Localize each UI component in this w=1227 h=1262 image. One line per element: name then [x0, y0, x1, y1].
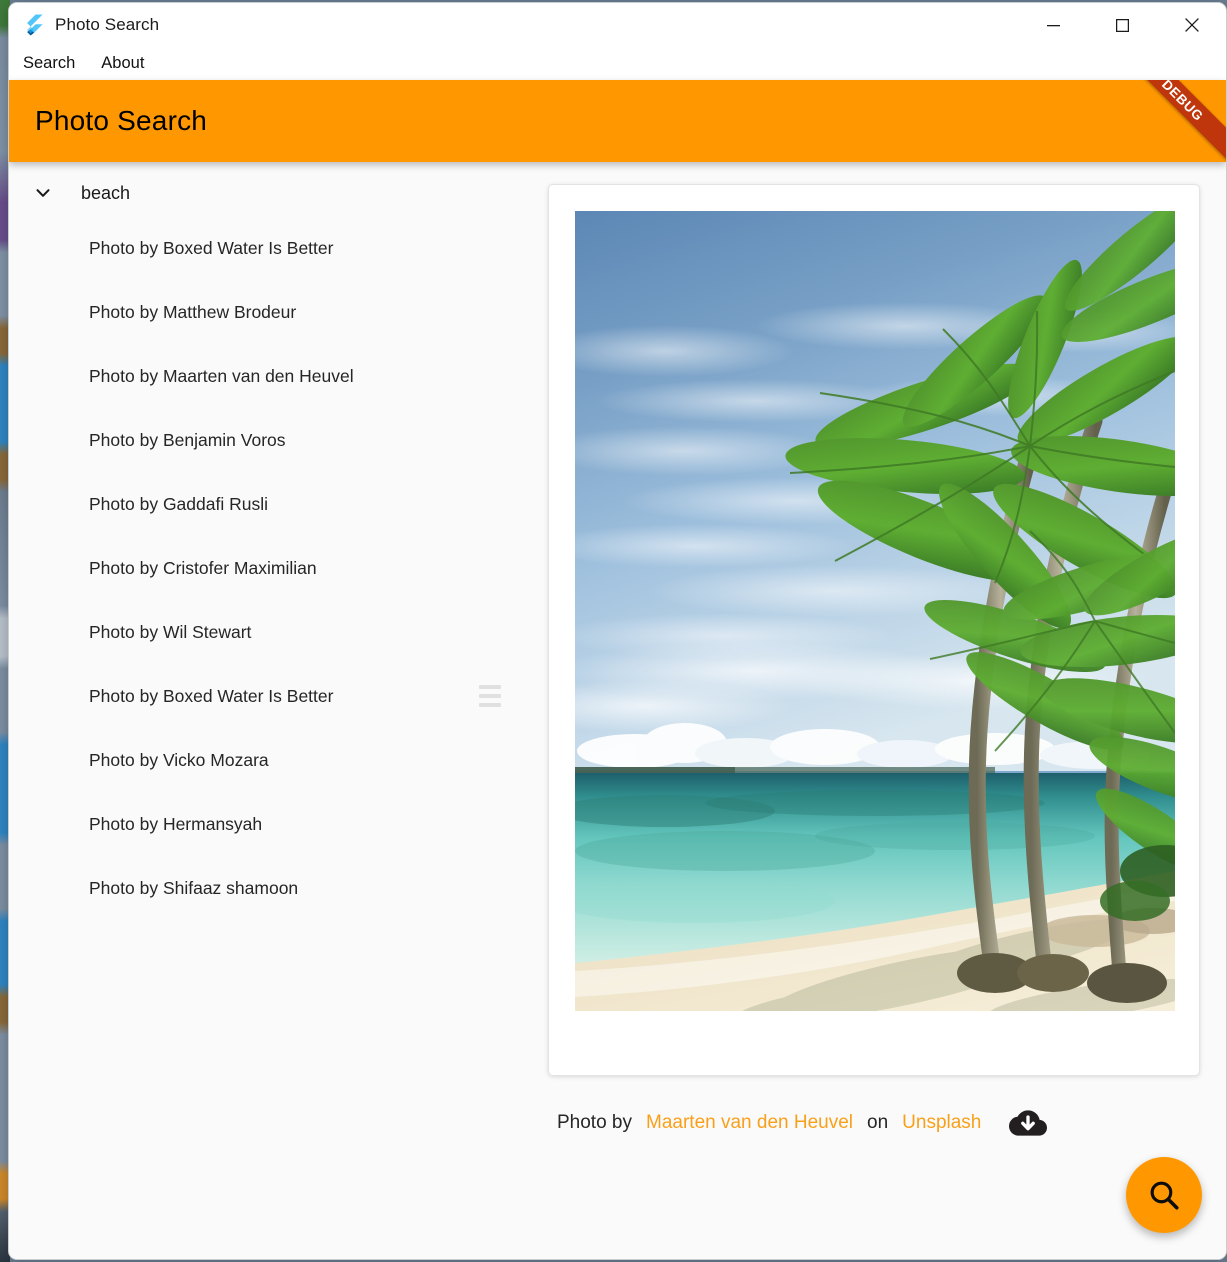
list-item[interactable]: Photo by Hermansyah [9, 792, 531, 856]
app-bar-title: Photo Search [35, 105, 208, 136]
menu-item-search[interactable]: Search [21, 52, 77, 75]
attribution-author-link[interactable]: Maarten van den Heuvel [646, 1112, 853, 1134]
window-title: Photo Search [55, 15, 160, 34]
list-item[interactable]: Photo by Matthew Brodeur [9, 280, 531, 344]
list-item-label: Photo by Gaddafi Rusli [89, 493, 268, 514]
list-item[interactable]: Photo by Benjamin Voros [9, 408, 531, 472]
photo-detail-pane: Photo by Maarten van den Heuvel on Unspl… [531, 162, 1226, 1259]
cloud-download-icon[interactable] [1009, 1104, 1048, 1142]
attribution-middle: on [867, 1112, 889, 1133]
list-item-label: Photo by Maarten van den Heuvel [89, 365, 354, 386]
list-item-label: Photo by Vicko Mozara [89, 749, 269, 770]
attribution-source-link[interactable]: Unsplash [902, 1112, 981, 1134]
list-item[interactable]: Photo by Wil Stewart [9, 600, 531, 664]
result-group-label: beach [81, 182, 131, 203]
menu-bar: Search About [9, 47, 1226, 80]
list-item-label: Photo by Matthew Brodeur [89, 301, 297, 322]
minimize-button[interactable] [1019, 3, 1088, 47]
flutter-logo-icon [27, 14, 43, 36]
list-item-label: Photo by Shifaaz shamoon [89, 877, 299, 898]
list-item[interactable]: Photo by Maarten van den Heuvel [9, 344, 531, 408]
photo-attribution: Photo by Maarten van den Heuvel on Unspl… [545, 1104, 1202, 1142]
list-item[interactable]: Photo by Boxed Water Is Better [9, 664, 531, 728]
list-item-label: Photo by Hermansyah [89, 813, 263, 834]
list-item-label: Photo by Benjamin Voros [89, 429, 286, 450]
maximize-icon [1116, 18, 1129, 32]
search-icon [1150, 1181, 1179, 1210]
list-item-label: Photo by Boxed Water Is Better [89, 237, 334, 258]
search-fab-button[interactable] [1126, 1157, 1202, 1233]
drag-handle-icon[interactable] [479, 685, 501, 707]
maximize-button[interactable] [1088, 3, 1157, 47]
results-list-pane: beach Photo by Boxed Water Is Better Pho… [9, 162, 531, 1259]
close-icon [1184, 18, 1199, 32]
chevron-down-icon [36, 189, 50, 197]
menu-item-about[interactable]: About [99, 52, 146, 75]
list-item-label: Photo by Boxed Water Is Better [89, 685, 334, 706]
list-item[interactable]: Photo by Gaddafi Rusli [9, 472, 531, 536]
debug-banner: DEBUG [1108, 80, 1226, 162]
photo-image [574, 211, 1175, 1011]
content-area: beach Photo by Boxed Water Is Better Pho… [9, 162, 1226, 1259]
app-bar: Photo Search DEBUG [9, 80, 1226, 162]
list-item-label: Photo by Cristofer Maximilian [89, 557, 317, 578]
list-item-label: Photo by Wil Stewart [89, 621, 252, 642]
application-window: Photo Search Search About Photo Search D… [8, 2, 1227, 1260]
close-button[interactable] [1157, 3, 1226, 47]
result-group-beach[interactable]: beach [9, 170, 531, 216]
list-item[interactable]: Photo by Vicko Mozara [9, 728, 531, 792]
photo-card [547, 184, 1200, 1076]
list-item[interactable]: Photo by Shifaaz shamoon [9, 856, 531, 920]
window-controls [1019, 3, 1226, 47]
list-item[interactable]: Photo by Cristofer Maximilian [9, 536, 531, 600]
minimize-icon [1047, 24, 1060, 26]
list-item[interactable]: Photo by Boxed Water Is Better [9, 216, 531, 280]
title-bar: Photo Search [9, 3, 1226, 47]
attribution-prefix: Photo by [557, 1112, 632, 1133]
